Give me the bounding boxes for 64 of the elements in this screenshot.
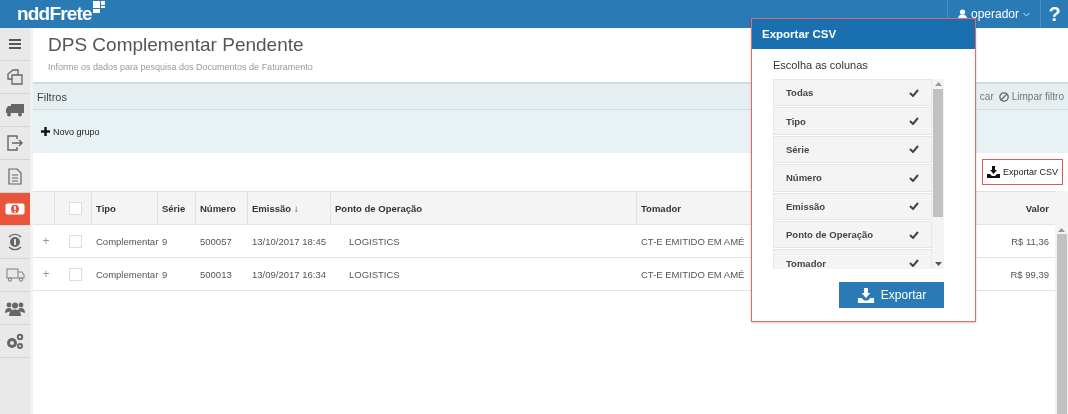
table-cell-text: LOGISTICS — [348, 267, 401, 282]
table-cell-text: 13/10/2017 18:45 — [251, 234, 327, 249]
column-option[interactable]: Número — [773, 164, 932, 192]
column-option[interactable]: Série — [773, 135, 932, 164]
scrollbar[interactable] — [1055, 191, 1068, 414]
column-header[interactable]: Ponto de Operação — [331, 192, 637, 224]
column-option[interactable]: Emissão — [773, 192, 932, 220]
new-group-button[interactable]: Novo grupo — [41, 126, 100, 137]
scroll-down-icon[interactable] — [934, 262, 942, 267]
document-icon — [8, 167, 22, 185]
scroll-up-icon[interactable] — [934, 81, 942, 86]
table-cell-text: Complementar — [95, 234, 158, 249]
table-cell-text: CT-E EMITIDO EM AMÉ — [640, 234, 742, 249]
truck-icon — [5, 268, 25, 282]
table-cell-text: LOGISTICS — [348, 234, 401, 249]
logo[interactable]: nddFrete — [17, 3, 92, 25]
table-cell-text: R$ 99,39 — [1009, 267, 1050, 282]
exit-icon — [6, 135, 24, 151]
table-cell-text: 500013 — [199, 267, 233, 282]
truck-icon — [6, 103, 24, 117]
people-icon — [5, 300, 25, 316]
gears-icon — [5, 332, 25, 350]
ban-icon — [998, 91, 1009, 102]
table-cell-text: 9 — [161, 234, 169, 249]
select-all-checkbox[interactable] — [68, 201, 82, 215]
copy-icon — [7, 69, 23, 85]
download-icon — [856, 287, 875, 303]
scroll-up-icon[interactable] — [1058, 227, 1065, 232]
plus-icon — [41, 127, 50, 136]
page-subtitle: Informe os dados para pesquisa dos Documentos de Faturamento — [48, 62, 313, 72]
menu-icon — [9, 39, 21, 49]
row-checkbox[interactable] — [69, 234, 82, 248]
column-header[interactable]: Tipo — [92, 192, 158, 224]
logo-squares-icon — [92, 1, 105, 13]
export-button[interactable]: Exportar — [839, 282, 944, 308]
table-cell-text: 13/09/2017 16:34 — [251, 267, 327, 282]
caret-icon — [1023, 11, 1030, 17]
search-link[interactable]: car — [979, 91, 994, 102]
banknote-icon — [5, 203, 25, 215]
table-cell-text: CT-E EMITIDO EM AMÉ — [640, 267, 742, 282]
table-cell-text: R$ 11,36 — [1010, 234, 1050, 249]
clear-filter-button[interactable]: Limpar filtro — [998, 91, 1064, 102]
column-option[interactable]: Todas — [773, 79, 932, 107]
row-checkbox[interactable] — [69, 267, 82, 281]
column-option[interactable]: Tipo — [773, 107, 932, 135]
export-csv-button[interactable]: Exportar CSV — [981, 159, 1063, 185]
table-cell-text: 500057 — [199, 234, 233, 249]
filters-label: Filtros — [37, 90, 67, 103]
download-icon — [986, 166, 1000, 178]
table-cell-text: Complementar — [95, 267, 158, 282]
column-header[interactable]: Valor — [980, 192, 1055, 224]
column-header[interactable]: Série — [158, 192, 196, 224]
column-option[interactable]: Ponto de Operação — [773, 220, 932, 249]
dialog-title: Exportar CSV — [762, 28, 837, 40]
table-cell-text: 9 — [161, 267, 169, 282]
column-header[interactable]: Número — [196, 192, 248, 224]
column-header[interactable]: Emissão ↓ — [248, 192, 331, 224]
dialog-prompt: Escolha as colunas — [773, 59, 869, 71]
sidebar-item[interactable] — [0, 193, 30, 226]
column-option[interactable]: Tomador — [773, 249, 932, 269]
help-button[interactable]: ? — [1040, 0, 1068, 28]
page-title: DPS Complementar Pendente — [48, 34, 304, 56]
coin-cycle-icon — [6, 232, 24, 252]
list-scrollbar[interactable] — [932, 79, 944, 269]
